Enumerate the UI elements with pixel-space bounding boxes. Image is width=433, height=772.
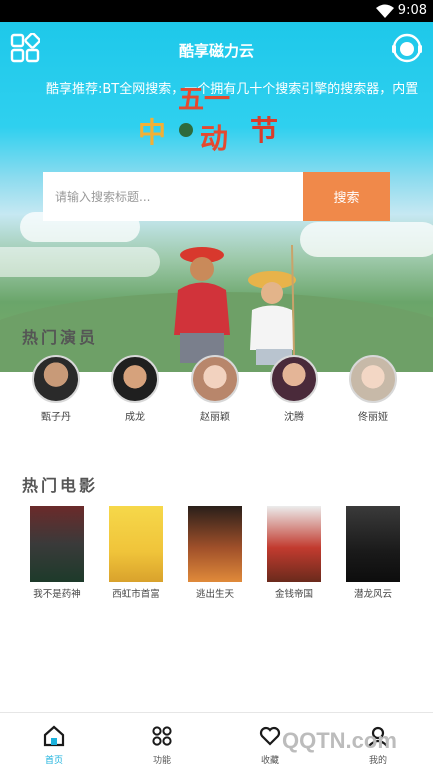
actor-name: 甄子丹	[41, 412, 71, 423]
actor-card[interactable]: 佟丽娅	[343, 355, 403, 423]
search-button[interactable]: 搜索	[303, 172, 390, 221]
svg-text:节: 节	[250, 114, 278, 147]
banner-figures-illustration	[174, 245, 296, 365]
search-input[interactable]	[43, 172, 303, 221]
svg-text:动: 动	[200, 122, 228, 155]
actor-avatar	[191, 355, 239, 403]
nav-home-label: 首页	[44, 756, 63, 766]
actor-card[interactable]: 沈腾	[264, 355, 324, 423]
actor-avatar	[32, 355, 80, 403]
svg-text:五一: 五一	[178, 85, 230, 115]
nav-functions[interactable]: 功能	[108, 713, 216, 772]
hot-movies-title: 热门电影	[22, 476, 99, 495]
movie-card[interactable]: 逃出生天	[184, 506, 246, 600]
apps-icon	[152, 726, 172, 746]
movie-poster	[30, 506, 84, 582]
hot-actors-title: 热门演员	[22, 328, 99, 347]
actor-card[interactable]: 赵丽颖	[185, 355, 245, 423]
movie-title: 我不是药神	[33, 589, 81, 600]
movie-title: 逃出生天	[195, 589, 234, 600]
actor-card[interactable]: 成龙	[105, 355, 165, 423]
customer-service-icon[interactable]	[391, 32, 423, 64]
actor-name: 沈腾	[284, 412, 304, 423]
movie-card[interactable]: 潜龙风云	[342, 506, 404, 600]
movie-poster	[109, 506, 163, 582]
movie-card[interactable]: 金钱帝国	[263, 506, 325, 600]
festival-banner-art: 五一 中 动 节	[138, 85, 278, 155]
watermark-logo: QQTN.com	[282, 728, 397, 753]
svg-text:中: 中	[138, 116, 166, 149]
actor-card[interactable]: 甄子丹	[26, 355, 86, 423]
movie-poster	[346, 506, 400, 582]
actor-name: 赵丽颖	[200, 412, 230, 423]
wifi-icon	[376, 4, 394, 18]
movie-title: 西虹市首富	[112, 589, 160, 600]
movie-title: 潜龙风云	[353, 589, 392, 600]
actor-avatar	[270, 355, 318, 403]
movie-poster	[267, 506, 321, 582]
actor-avatar	[111, 355, 159, 403]
home-icon	[43, 725, 65, 747]
favorite-icon	[259, 726, 281, 746]
movie-title: 金钱帝国	[274, 589, 313, 600]
status-time: 9:08	[397, 3, 427, 18]
actor-name: 佟丽娅	[358, 412, 388, 423]
movie-card[interactable]: 我不是药神	[26, 506, 88, 600]
actor-avatar	[349, 355, 397, 403]
movie-card[interactable]: 西虹市首富	[105, 506, 167, 600]
movie-poster	[188, 506, 242, 582]
nav-home[interactable]: 首页	[0, 713, 108, 772]
status-bar: 9:08	[0, 0, 433, 22]
actor-name: 成龙	[125, 412, 145, 423]
nav-functions-label: 功能	[152, 756, 171, 766]
app-title: 酷享磁力云	[178, 42, 254, 60]
